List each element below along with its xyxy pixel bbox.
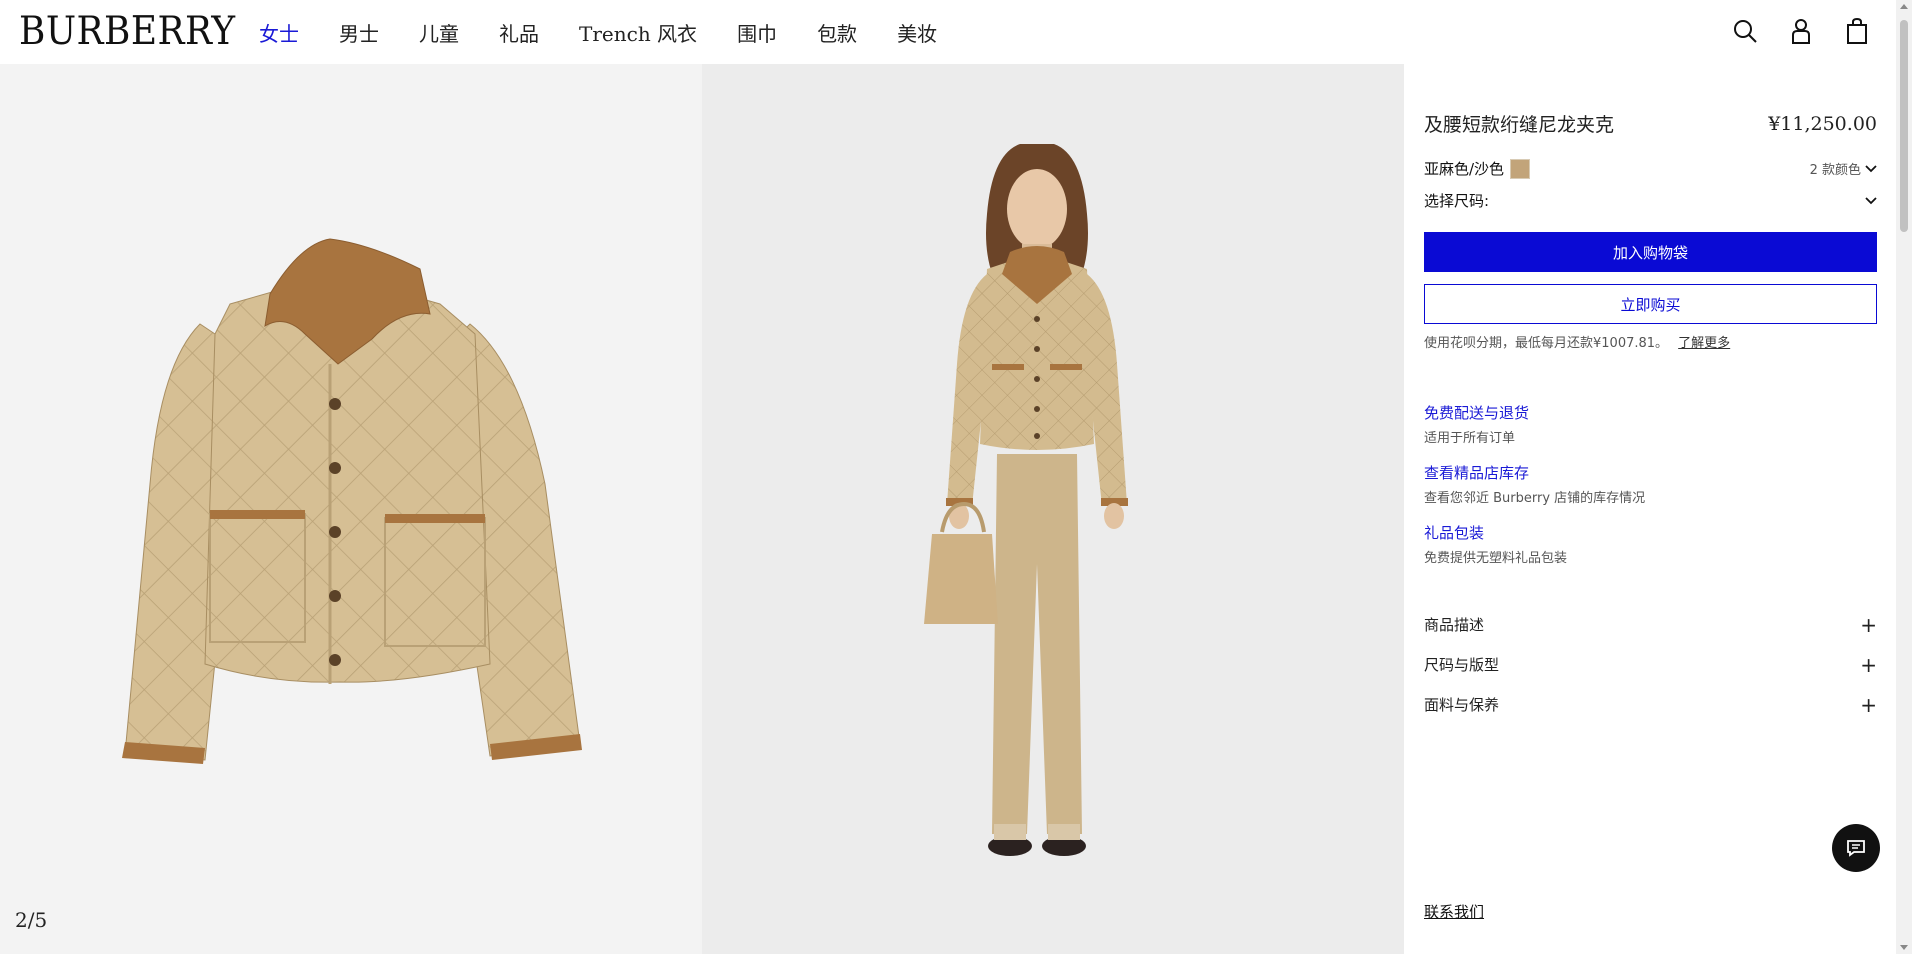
main-nav: 女士 男士 儿童 礼品 Trench 风衣 围巾 包款 美妆 (259, 0, 977, 64)
chat-icon (1847, 840, 1865, 857)
service-gift-wrap: 礼品包装 免费提供无塑料礼品包装 (1424, 522, 1567, 566)
installment-info: 使用花呗分期，最低每月还款¥1007.81。 了解更多 (1424, 332, 1730, 351)
nav-item-women[interactable]: 女士 (259, 18, 299, 47)
product-image-model[interactable] (702, 64, 1404, 954)
scroll-thumb[interactable] (1900, 20, 1908, 232)
product-name: 及腰短款绗缝尼龙夹克 (1424, 114, 1615, 136)
nav-item-bags[interactable]: 包款 (817, 18, 857, 47)
plus-icon: + (1860, 692, 1877, 717)
accordion-description[interactable]: 商品描述 + (1424, 614, 1877, 635)
buy-now-button[interactable]: 立即购买 (1424, 284, 1877, 324)
contact-us-link[interactable]: 联系我们 (1424, 901, 1484, 922)
scroll-down-arrow[interactable] (1900, 945, 1908, 950)
image-counter: 2/5 (15, 908, 48, 932)
chat-button[interactable] (1832, 824, 1880, 872)
color-count-label: 2 款颜色 (1809, 163, 1861, 178)
color-swatch[interactable] (1510, 158, 1531, 179)
service-subtitle: 查看您邻近 Burberry 店铺的库存情况 (1424, 491, 1646, 506)
nav-item-scarves[interactable]: 围巾 (737, 18, 777, 47)
product-title-row: 及腰短款绗缝尼龙夹克 ¥11,250.00 (1424, 110, 1877, 137)
product-price: ¥11,250.00 (1768, 112, 1877, 135)
accordion-material-care[interactable]: 面料与保养 + (1424, 694, 1877, 715)
service-free-shipping: 免费配送与退货 适用于所有订单 (1424, 402, 1529, 446)
add-to-bag-button[interactable]: 加入购物袋 (1424, 232, 1877, 272)
site-header: BURBERRY 女士 男士 儿童 礼品 Trench 风衣 围巾 包款 美妆 (0, 0, 1896, 64)
service-title[interactable]: 查看精品店库存 (1424, 462, 1645, 483)
plus-icon: + (1860, 612, 1877, 637)
shopping-bag-icon[interactable] (1840, 14, 1874, 48)
scroll-up-arrow[interactable] (1900, 4, 1908, 9)
nav-item-beauty[interactable]: 美妆 (897, 18, 937, 47)
nav-item-gifts[interactable]: 礼品 (499, 18, 539, 47)
accordion-label: 面料与保养 (1424, 696, 1500, 714)
account-icon[interactable] (1784, 14, 1818, 48)
plus-icon: + (1860, 652, 1877, 677)
accordion-size-fit[interactable]: 尺码与版型 + (1424, 654, 1877, 675)
model-illustration (924, 144, 1128, 856)
chevron-down-icon (1865, 164, 1877, 172)
product-info-panel: 及腰短款绗缝尼龙夹克 ¥11,250.00 亚麻色/沙色 2 款颜色 选择尺码:… (1404, 64, 1896, 954)
service-title[interactable]: 礼品包装 (1424, 522, 1567, 543)
accordion-label: 商品描述 (1424, 616, 1485, 634)
learn-more-link[interactable]: 了解更多 (1678, 336, 1730, 351)
header-icons (1728, 14, 1874, 48)
color-name: 亚麻色/沙色 (1424, 160, 1505, 178)
size-selector[interactable]: 选择尺码: (1424, 190, 1877, 211)
page-scrollbar[interactable] (1896, 0, 1912, 954)
accordion-label: 尺码与版型 (1424, 656, 1500, 674)
color-selector[interactable]: 亚麻色/沙色 2 款颜色 (1424, 158, 1877, 179)
product-gallery[interactable]: 2/5 (0, 64, 1404, 954)
search-icon[interactable] (1728, 14, 1762, 48)
color-count-toggle[interactable]: 2 款颜色 (1810, 159, 1877, 178)
size-label: 选择尺码: (1424, 192, 1490, 210)
nav-item-children[interactable]: 儿童 (419, 18, 459, 47)
burberry-logo[interactable]: BURBERRY (19, 8, 235, 56)
service-store-stock: 查看精品店库存 查看您邻近 Burberry 店铺的库存情况 (1424, 462, 1645, 506)
nav-item-men[interactable]: 男士 (339, 18, 379, 47)
jacket-illustration (122, 238, 582, 764)
service-subtitle: 适用于所有订单 (1424, 431, 1516, 446)
service-subtitle: 免费提供无塑料礼品包装 (1424, 551, 1568, 566)
installment-text: 使用花呗分期，最低每月还款¥1007.81。 (1424, 336, 1669, 351)
chevron-down-icon (1865, 196, 1877, 204)
product-image-jacket[interactable]: 2/5 (0, 64, 702, 954)
service-title[interactable]: 免费配送与退货 (1424, 402, 1529, 423)
nav-item-trench[interactable]: Trench 风衣 (579, 18, 697, 47)
